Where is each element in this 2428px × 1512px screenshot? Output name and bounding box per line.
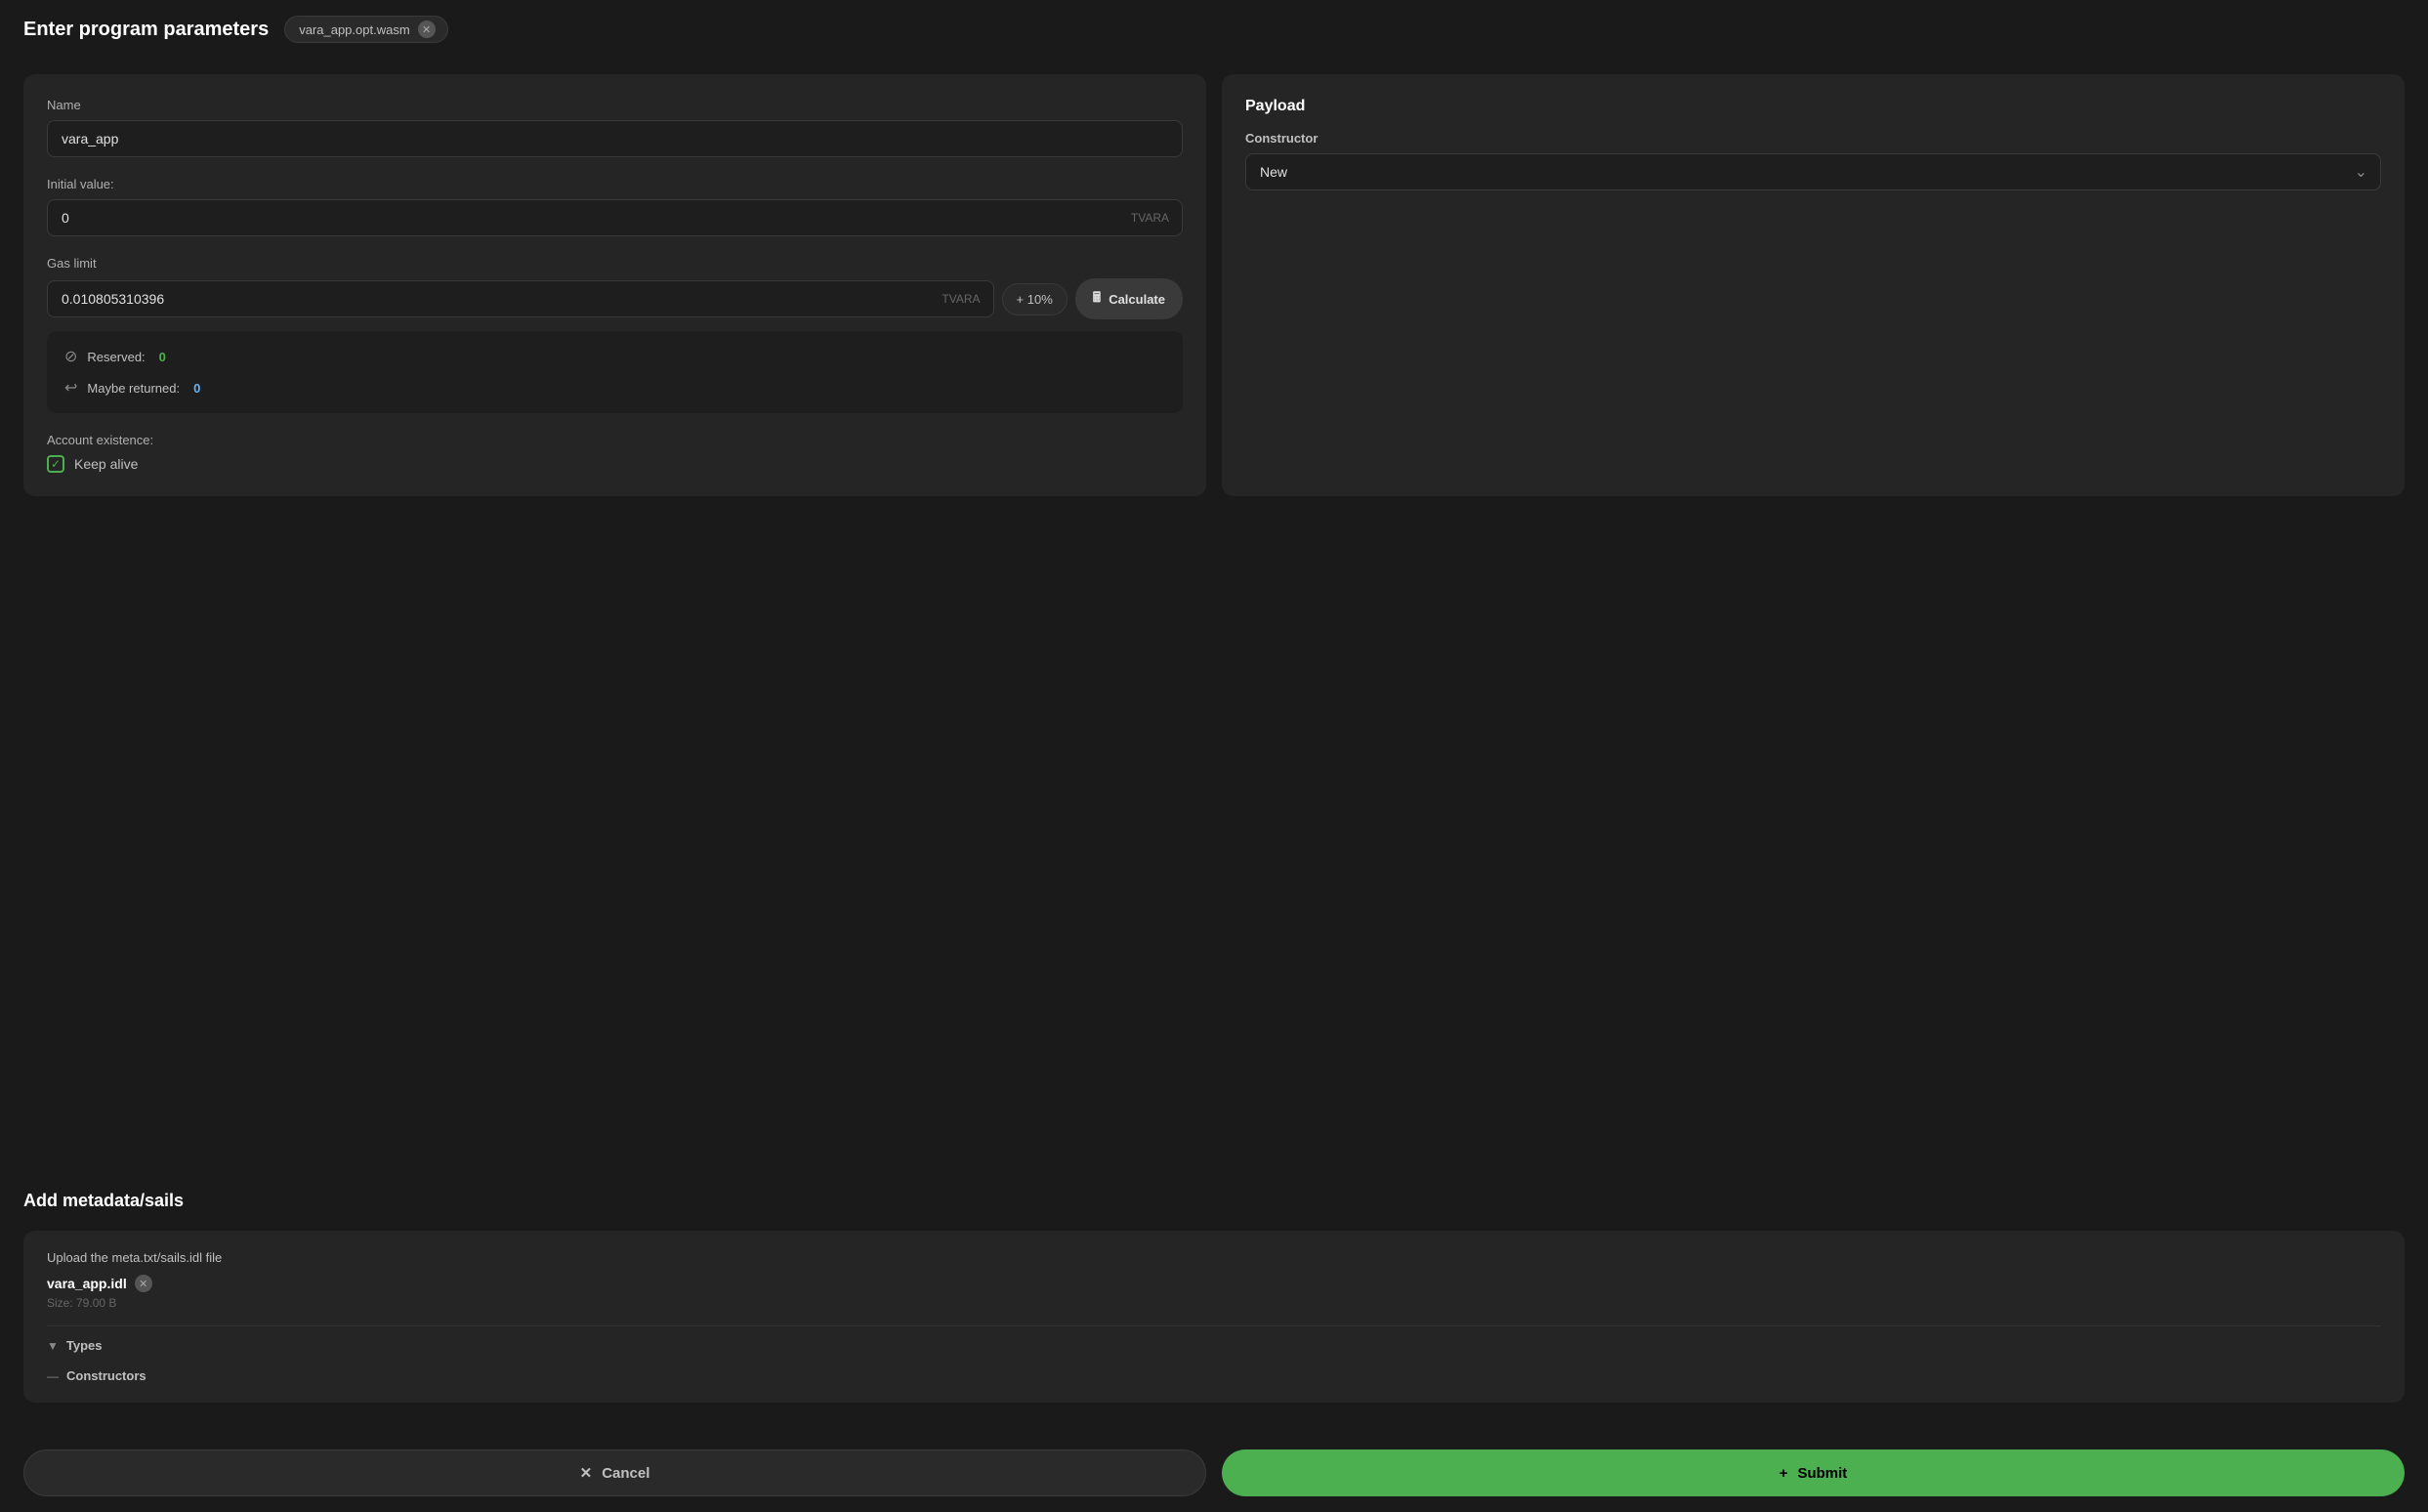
- bottom-section: Add metadata/sails Upload the meta.txt/s…: [0, 1191, 2428, 1434]
- calculate-label: Calculate: [1109, 292, 1165, 307]
- submit-label: Submit: [1797, 1465, 1847, 1482]
- left-panel: Name Initial value: TVARA Gas limit: [23, 74, 1206, 496]
- calculator-icon: 🖩: [1093, 287, 1101, 311]
- constructors-label: Constructors: [66, 1368, 147, 1383]
- gas-limit-row: TVARA + 10% 🖩 Calculate: [47, 278, 1183, 319]
- payload-title: Payload: [1245, 98, 2381, 115]
- initial-value-input-wrap: TVARA: [47, 199, 1183, 236]
- right-panel: Payload Constructor New ⌄: [1222, 74, 2405, 496]
- file-tab[interactable]: vara_app.opt.wasm ✕: [284, 16, 447, 43]
- section-title: Add metadata/sails: [23, 1191, 2405, 1211]
- calculate-button[interactable]: 🖩 Calculate: [1075, 278, 1183, 319]
- checkmark-icon: ✓: [51, 457, 61, 471]
- chevron-right-icon: —: [47, 1369, 59, 1383]
- file-tab-name: vara_app.opt.wasm: [299, 22, 409, 37]
- cancel-icon: ✕: [580, 1464, 593, 1482]
- page-wrapper: Enter program parameters vara_app.opt.wa…: [0, 0, 2428, 1512]
- constructor-label: Constructor: [1245, 131, 2381, 146]
- file-info-row: vara_app.idl ✕: [47, 1275, 2381, 1292]
- return-icon: ↩: [64, 378, 77, 398]
- file-size: Size: 79.00 B: [47, 1296, 2381, 1310]
- main-content: Name Initial value: TVARA Gas limit: [0, 59, 2428, 1191]
- maybe-returned-value: 0: [193, 381, 200, 396]
- plus10-button[interactable]: + 10%: [1002, 283, 1067, 315]
- constructor-select[interactable]: New: [1245, 153, 2381, 190]
- reserved-label: Reserved:: [87, 350, 145, 364]
- file-remove-button[interactable]: ✕: [135, 1275, 152, 1292]
- maybe-returned-label: Maybe returned:: [87, 381, 180, 396]
- gas-info-box: ⊘ Reserved: 0 ↩ Maybe returned: 0: [47, 331, 1183, 413]
- account-existence-label: Account existence:: [47, 433, 1183, 447]
- types-row[interactable]: ▼ Types: [47, 1325, 2381, 1353]
- initial-value-label: Initial value:: [47, 177, 1183, 191]
- metadata-panel: Upload the meta.txt/sails.idl file vara_…: [23, 1231, 2405, 1403]
- gas-limit-input-wrap: TVARA: [47, 280, 994, 317]
- plus-icon: +: [1779, 1465, 1788, 1482]
- constructors-row[interactable]: — Constructors: [47, 1361, 2381, 1383]
- cancel-label: Cancel: [602, 1465, 649, 1482]
- close-icon: ✕: [422, 23, 431, 36]
- name-input[interactable]: [47, 120, 1183, 157]
- account-existence-section: Account existence: ✓ Keep alive: [47, 433, 1183, 473]
- gas-limit-suffix: TVARA: [942, 292, 980, 306]
- keep-alive-label: Keep alive: [74, 456, 138, 472]
- file-tab-close-button[interactable]: ✕: [418, 21, 436, 38]
- keep-alive-checkbox[interactable]: ✓: [47, 455, 64, 473]
- initial-value-input[interactable]: [47, 199, 1183, 236]
- chevron-down-icon: ▼: [47, 1339, 59, 1353]
- action-bar: ✕ Cancel + Submit: [0, 1434, 2428, 1512]
- gas-limit-label: Gas limit: [47, 256, 1183, 271]
- name-label: Name: [47, 98, 1183, 112]
- file-name: vara_app.idl: [47, 1276, 127, 1291]
- reserved-row: ⊘ Reserved: 0: [64, 347, 1165, 366]
- shield-icon: ⊘: [64, 347, 77, 366]
- submit-button[interactable]: + Submit: [1222, 1449, 2405, 1496]
- gas-limit-input[interactable]: [47, 280, 994, 317]
- page-header: Enter program parameters vara_app.opt.wa…: [0, 0, 2428, 59]
- gas-limit-field-group: Gas limit TVARA + 10% 🖩 Calculate: [47, 256, 1183, 413]
- maybe-returned-row: ↩ Maybe returned: 0: [64, 378, 1165, 398]
- reserved-value: 0: [159, 350, 166, 364]
- types-label: Types: [66, 1338, 103, 1353]
- initial-value-suffix: TVARA: [1131, 211, 1169, 225]
- page-title: Enter program parameters: [23, 19, 269, 41]
- cancel-button[interactable]: ✕ Cancel: [23, 1449, 1206, 1496]
- keep-alive-row: ✓ Keep alive: [47, 455, 1183, 473]
- name-field-group: Name: [47, 98, 1183, 157]
- upload-label: Upload the meta.txt/sails.idl file: [47, 1250, 2381, 1265]
- initial-value-field-group: Initial value: TVARA: [47, 177, 1183, 236]
- constructor-select-wrap: New ⌄: [1245, 153, 2381, 190]
- two-col-layout: Name Initial value: TVARA Gas limit: [23, 74, 2405, 496]
- close-icon: ✕: [139, 1278, 147, 1290]
